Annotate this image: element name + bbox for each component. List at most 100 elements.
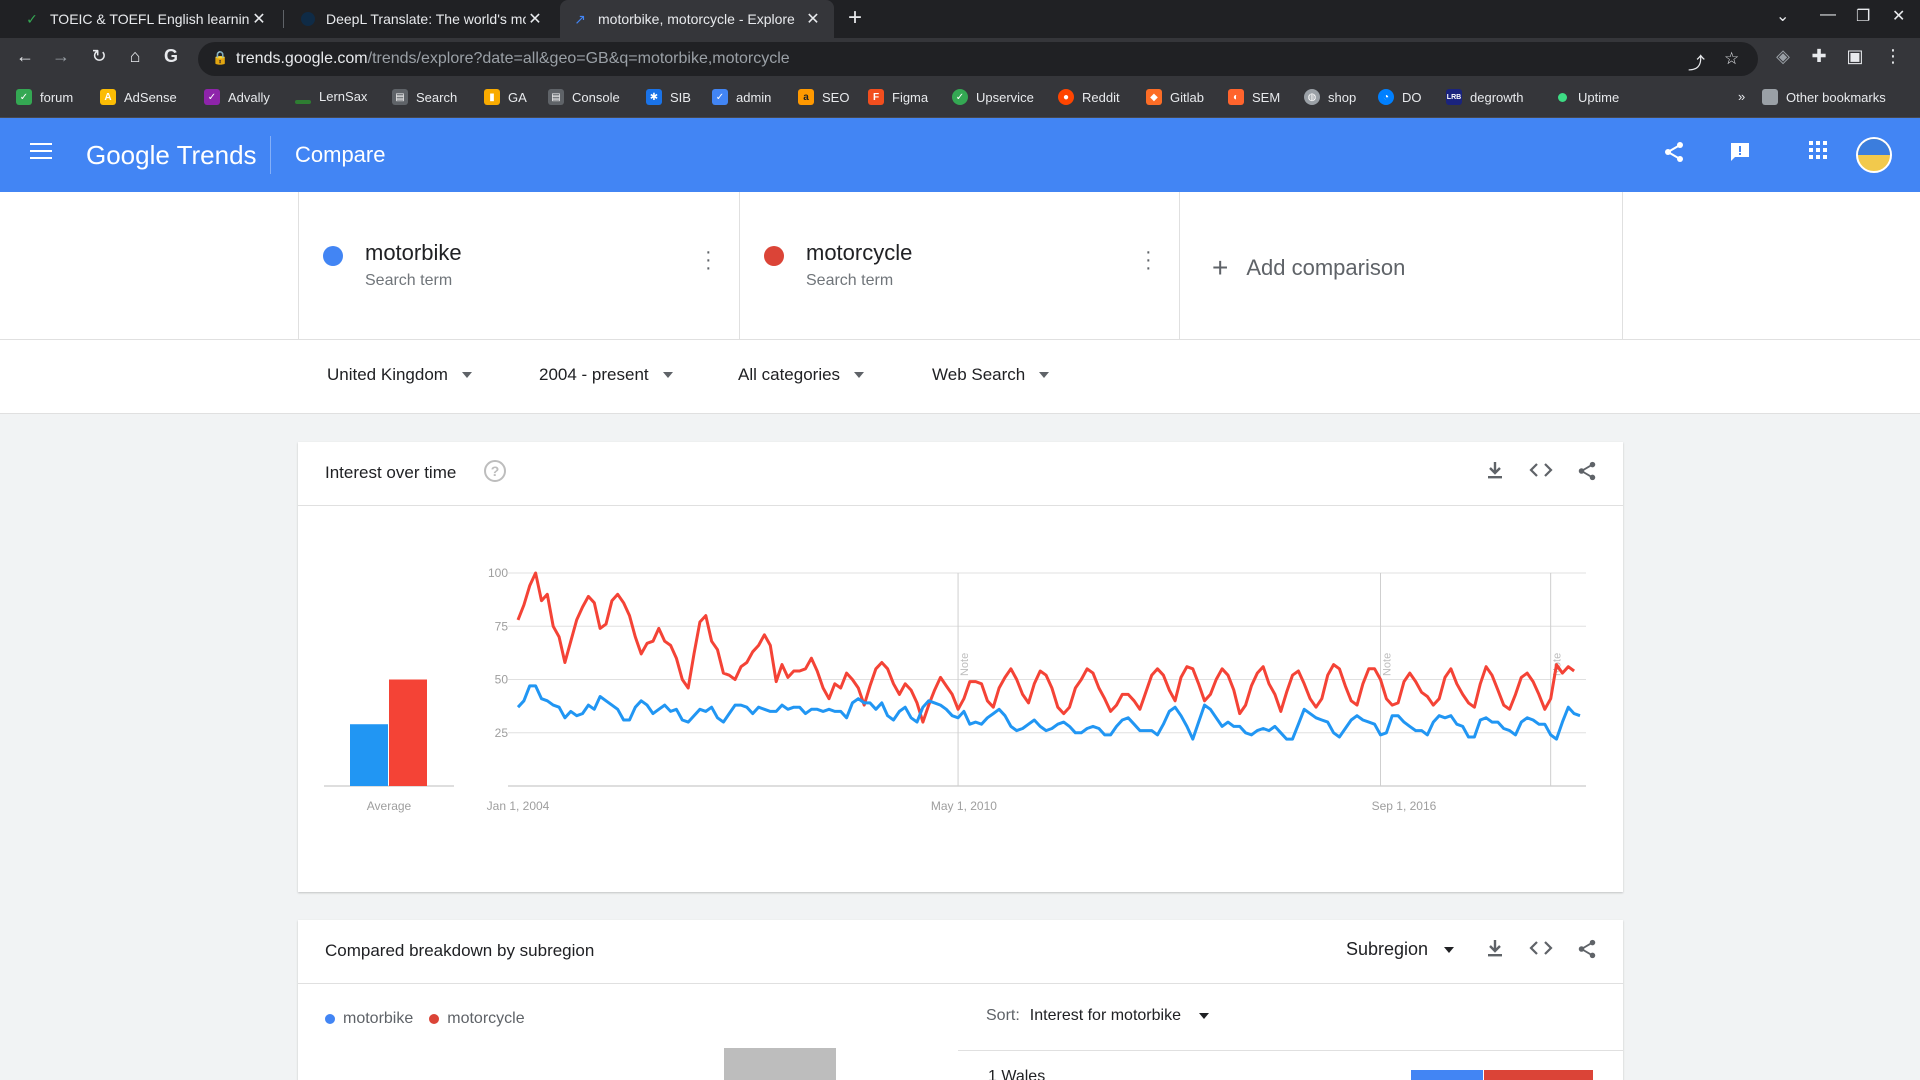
add-comparison-button[interactable]: + Add comparison	[1212, 252, 1405, 284]
back-arrow-icon[interactable]: ←	[12, 46, 38, 67]
x-tick-label: May 1, 2010	[931, 799, 997, 813]
new-tab-plus-icon[interactable]: +	[848, 4, 862, 32]
y-tick-label: 75	[495, 619, 509, 633]
browser-tab-active[interactable]: ↗ motorbike, motorcycle - Explore ✕	[560, 0, 834, 38]
share-icon[interactable]	[1575, 938, 1599, 966]
share-icon[interactable]	[1575, 460, 1599, 488]
browser-tab-bar: ✓ TOEIC & TOEFL English learning ✕ DeepL…	[0, 0, 1920, 38]
region-dropdown[interactable]: United Kingdom	[327, 365, 472, 385]
bookmark-gitlab[interactable]: ◆ Gitlab	[1146, 89, 1204, 105]
browser-tab[interactable]: DeepL Translate: The world's mo ✕	[288, 0, 556, 38]
more-vert-icon[interactable]: · · ·	[1145, 242, 1152, 278]
card-title: Interest over time	[325, 463, 457, 482]
term-name[interactable]: motorbike	[365, 240, 462, 266]
time-range-dropdown[interactable]: 2004 - present	[539, 365, 673, 385]
browser-menu-icon[interactable]: ⋮	[1880, 46, 1906, 67]
term-card-motorcycle[interactable]: motorcycle Search term · · ·	[739, 192, 1179, 340]
close-icon[interactable]: ✕	[804, 9, 822, 29]
bookmark-admin[interactable]: ✓ admin	[712, 89, 771, 105]
browser-toolbar: ← → ↻ ⌂ G 🔒 trends.google.com/trends/exp…	[0, 38, 1920, 80]
bookmark-adsense[interactable]: A AdSense	[100, 89, 177, 105]
plus-icon: +	[1212, 252, 1229, 283]
download-icon[interactable]	[1483, 460, 1507, 486]
bookmark-do[interactable]: ◔ DO	[1378, 89, 1422, 105]
admin-icon: ✓	[712, 89, 728, 105]
note-label: Note	[1382, 653, 1394, 676]
note-label: Note	[959, 653, 971, 676]
interest-over-time-card: Interest over time ? 25 50 75 100 Average Not…	[298, 442, 1623, 892]
bookmark-shop[interactable]: ◍ shop	[1304, 89, 1356, 105]
address-bar[interactable]: 🔒 trends.google.com/trends/explore?date=…	[198, 42, 1758, 76]
bookmark-ga[interactable]: ▮ GA	[484, 89, 527, 105]
bookmark-uptime[interactable]: Uptime	[1554, 89, 1619, 105]
close-icon[interactable]: ✕	[250, 9, 268, 29]
browser-tab[interactable]: ✓ TOEIC & TOEFL English learning ✕	[12, 0, 280, 38]
extension-shield-icon[interactable]: ◈	[1770, 46, 1796, 67]
minimize-icon[interactable]: —	[1820, 6, 1836, 24]
forward-arrow-icon[interactable]: →	[48, 46, 74, 67]
apps-grid-icon[interactable]	[1808, 140, 1828, 166]
subregion-row-label[interactable]: 1 Wales	[988, 1068, 1045, 1080]
tab-title: TOEIC & TOEFL English learning	[50, 11, 250, 27]
more-vert-icon[interactable]: · · ·	[705, 242, 712, 278]
bookmark-console[interactable]: ▤ Console	[548, 89, 620, 105]
google-g-icon[interactable]: G	[158, 46, 184, 67]
add-comparison-card[interactable]: + Add comparison	[1179, 192, 1623, 340]
restore-icon[interactable]: ❐	[1856, 6, 1870, 26]
term-name[interactable]: motorcycle	[806, 240, 912, 266]
subregion-map[interactable]	[724, 1048, 836, 1080]
bookmarks-overflow-chevron[interactable]: »	[1738, 89, 1745, 104]
bookmark-lernsax[interactable]: LernSax	[295, 89, 367, 104]
google-trends-logo[interactable]: Google Trends	[86, 140, 257, 171]
bookmark-reddit[interactable]: ● Reddit	[1058, 89, 1120, 105]
motorcycle-share-bar	[1484, 1070, 1593, 1080]
upservice-icon: ✓	[952, 89, 968, 105]
star-icon[interactable]: ☆	[1724, 49, 1739, 69]
other-bookmarks[interactable]: Other bookmarks	[1762, 89, 1886, 105]
bookmark-advally[interactable]: ✓ Advally	[204, 89, 270, 105]
close-icon[interactable]: ✕	[526, 9, 544, 29]
embed-code-icon[interactable]	[1529, 460, 1553, 486]
avatar[interactable]	[1856, 137, 1892, 173]
bookmark-sib[interactable]: ✱ SIB	[646, 89, 691, 105]
tab-search-chevron-icon[interactable]: ⌄	[1776, 6, 1789, 26]
close-window-icon[interactable]: ✕	[1892, 6, 1905, 26]
term-type: Search term	[806, 272, 894, 289]
bookmark-degrowth[interactable]: LRB degrowth	[1446, 89, 1523, 105]
list-divider	[958, 1050, 1623, 1051]
embed-code-icon[interactable]	[1529, 938, 1553, 964]
card-title: Compared breakdown by subregion	[325, 941, 595, 960]
category-dropdown[interactable]: All categories	[738, 365, 865, 385]
share-icon[interactable]: ⤴	[1688, 49, 1705, 74]
caret-down-icon	[461, 372, 472, 378]
legend-dot	[429, 1014, 440, 1024]
side-panel-icon[interactable]: ▣	[1842, 46, 1868, 67]
y-tick-label: 100	[488, 566, 508, 580]
bookmark-search[interactable]: ▤ Search	[392, 89, 457, 105]
reload-icon[interactable]: ↻	[86, 46, 112, 67]
bookmark-figma[interactable]: F Figma	[868, 89, 928, 105]
feedback-icon[interactable]	[1728, 140, 1752, 170]
bookmark-upservice[interactable]: ✓ Upservice	[952, 89, 1034, 105]
home-icon[interactable]: ⌂	[122, 46, 148, 67]
trends-app-bar: Google Trends Compare	[0, 118, 1920, 192]
bookmark-seo[interactable]: a SEO	[798, 89, 849, 105]
subregion-dropdown[interactable]: Subregion	[1346, 939, 1455, 960]
sort-dropdown[interactable]: Sort: Interest for motorbike	[986, 1007, 1209, 1025]
search-terms-panel: motorbike Search term · · · motorcycle Sea…	[0, 192, 1920, 340]
series-line-motorbike	[516, 684, 1581, 741]
tab-separator	[283, 10, 284, 28]
caret-down-icon	[854, 372, 865, 378]
search-type-dropdown[interactable]: Web Search	[932, 365, 1050, 385]
extensions-puzzle-icon[interactable]: ✚	[1806, 46, 1832, 67]
term-card-motorbike[interactable]: motorbike Search term · · ·	[298, 192, 739, 340]
card-header: Interest over time ?	[298, 442, 1623, 506]
help-icon[interactable]: ?	[484, 460, 506, 482]
bookmark-forum[interactable]: ✓ forum	[16, 89, 73, 105]
menu-icon[interactable]	[30, 143, 52, 164]
legend-dot	[325, 1014, 335, 1024]
bookmark-sem[interactable]: ◐ SEM	[1228, 89, 1280, 105]
share-icon[interactable]	[1662, 140, 1686, 170]
header-divider	[270, 136, 271, 174]
download-icon[interactable]	[1483, 938, 1507, 964]
